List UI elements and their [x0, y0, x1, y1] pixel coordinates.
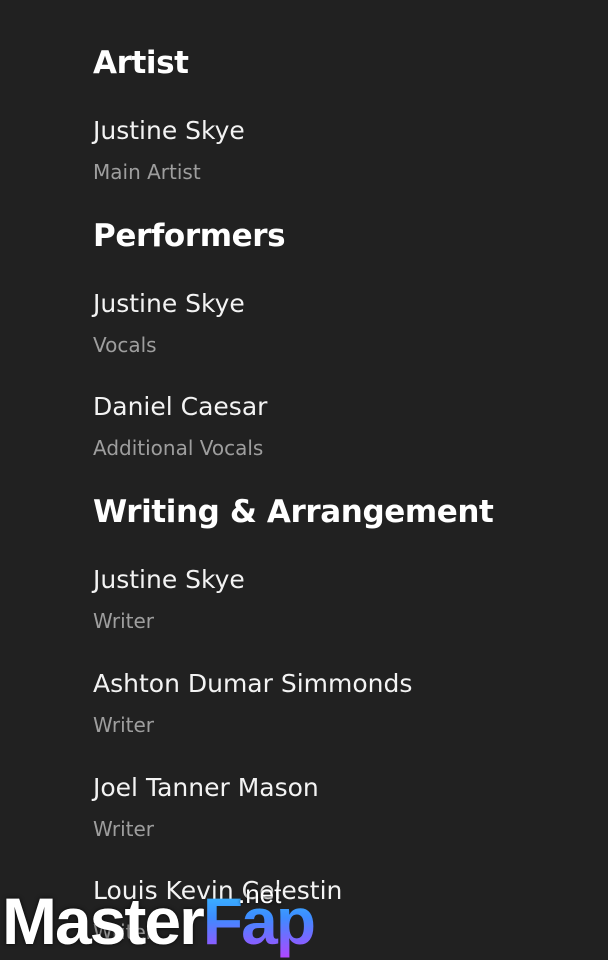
credit-role: Vocals: [93, 333, 157, 357]
credit-name[interactable]: Joel Tanner Mason: [93, 772, 319, 804]
section-title-artist: Artist: [93, 45, 189, 81]
watermark-net-text: .net: [238, 879, 282, 909]
watermark-master-text: Master: [2, 884, 205, 958]
credit-role: Writer: [93, 609, 155, 633]
credit-role: Additional Vocals: [93, 436, 264, 460]
credit-role: Writer: [93, 817, 155, 841]
credit-name[interactable]: Justine Skye: [93, 115, 245, 147]
section-title-performers: Performers: [93, 218, 286, 254]
credit-role: Main Artist: [93, 160, 201, 184]
credit-name[interactable]: Daniel Caesar: [93, 391, 267, 423]
credit-name[interactable]: Ashton Dumar Simmonds: [93, 668, 412, 700]
watermark-logo: MasterFap .net: [2, 880, 316, 958]
section-title-writing-arrangement: Writing & Arrangement: [93, 494, 494, 530]
credit-name[interactable]: Justine Skye: [93, 564, 245, 596]
credit-role: Writer: [93, 713, 155, 737]
credit-name[interactable]: Justine Skye: [93, 288, 245, 320]
